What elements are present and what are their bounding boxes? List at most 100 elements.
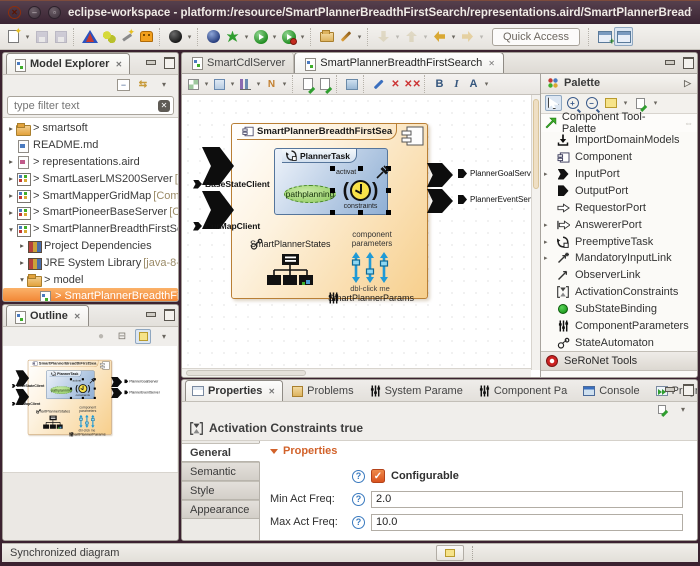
max-act-freq-input[interactable]	[371, 514, 683, 531]
port-label[interactable]: PlannerEventServer	[124, 391, 160, 395]
tree-item[interactable]: > representations.aird	[3, 154, 178, 171]
robot-icon[interactable]	[137, 27, 156, 46]
outline-overview-icon[interactable]: ●	[93, 329, 109, 344]
wand-icon[interactable]	[118, 27, 137, 46]
font-icon[interactable]: N	[263, 76, 280, 93]
tree-item[interactable]: > model	[3, 271, 178, 288]
tab-component-parameters[interactable]: Component Pa	[473, 381, 574, 401]
pathplanning-node[interactable]: pathplanning	[284, 185, 336, 203]
palette-item-requestorport[interactable]: RequestorPort	[541, 199, 697, 216]
window-maximize-button[interactable]: ▫	[48, 6, 61, 19]
outline-thumbnail[interactable]: SmartPlannerBreadthFirstSea PlannerTask	[3, 346, 177, 472]
vertical-scrollbar[interactable]	[531, 95, 540, 370]
planner-task-tab[interactable]: PlannerTask	[282, 149, 357, 163]
port-label[interactable]: CurMapClient	[12, 402, 41, 406]
outline-tree-icon[interactable]: ⊟	[114, 329, 130, 344]
palette-item-componentparameters[interactable]: ComponentParameters	[541, 317, 697, 334]
arrow-up-icon[interactable]	[402, 27, 421, 46]
view-menu-icon[interactable]	[156, 77, 172, 92]
copy-image-icon[interactable]	[343, 76, 360, 93]
export-as-image-icon[interactable]	[316, 76, 333, 93]
palette-item-component[interactable]: Component	[541, 149, 697, 166]
help-icon[interactable]	[352, 493, 365, 506]
min-act-freq-input[interactable]	[371, 491, 683, 508]
window-close-button[interactable]: ✕	[8, 6, 21, 19]
pen-dropdown[interactable]	[355, 27, 364, 46]
side-tab-semantic[interactable]: Semantic	[182, 462, 259, 481]
window-minimize-button[interactable]: –	[28, 6, 41, 19]
port-label[interactable]: BaseStateClient	[193, 179, 270, 189]
activation-constraints-node[interactable]: activat ( ) constraints	[72, 380, 95, 397]
arrange-icon[interactable]	[211, 76, 228, 93]
minimize-icon[interactable]	[664, 384, 675, 393]
configurable-checkbox[interactable]	[371, 469, 385, 483]
gears-icon[interactable]	[99, 27, 118, 46]
palette-item-outputport[interactable]: OutputPort	[541, 182, 697, 199]
tree-item[interactable]: JRE System Library [java-8-op	[3, 254, 178, 271]
run-icon[interactable]	[251, 27, 270, 46]
arrow-down-icon[interactable]	[374, 27, 393, 46]
help-icon[interactable]	[352, 516, 365, 529]
back-dropdown[interactable]	[449, 27, 458, 46]
close-icon[interactable]	[115, 60, 122, 69]
tab-properties[interactable]: Properties	[185, 380, 283, 401]
tab-outline[interactable]: Outline	[6, 305, 89, 326]
zoom-out-icon[interactable]: −	[583, 95, 600, 111]
side-tab-style[interactable]: Style	[182, 481, 259, 500]
layout-icon[interactable]	[185, 76, 202, 93]
tree-item[interactable]: README.md	[3, 137, 178, 154]
section-properties[interactable]: Properties	[270, 445, 687, 457]
palette-item-importdomainmodels[interactable]: ImportDomainModels	[541, 132, 697, 149]
help-icon[interactable]	[352, 470, 365, 483]
profile-dropdown[interactable]	[185, 27, 194, 46]
tree-item[interactable]: > SmartMapperGridMap [Comp	[3, 187, 178, 204]
debug-icon[interactable]	[223, 27, 242, 46]
sphere-icon[interactable]	[204, 27, 223, 46]
component-title-tab[interactable]: SmartPlannerBreadthFirstSea	[30, 360, 98, 367]
triangle-icon[interactable]	[80, 27, 99, 46]
view-menu-icon[interactable]	[675, 403, 691, 415]
maximize-icon[interactable]	[163, 309, 174, 319]
export-diagram-icon[interactable]	[299, 76, 316, 93]
tree-item[interactable]: > SmartPlannerBreadthFirstSe	[3, 221, 178, 238]
parameter-sliders-icon[interactable]	[348, 252, 392, 283]
new-icon[interactable]	[4, 27, 23, 46]
note-tool-icon[interactable]	[602, 95, 619, 111]
tab-smartcdlserver[interactable]: SmartCdlServer	[182, 52, 294, 73]
modeling-perspective-icon[interactable]	[614, 27, 633, 46]
italic-icon[interactable]: I	[448, 76, 465, 93]
pen-icon[interactable]	[336, 27, 355, 46]
clear-filter-icon[interactable]: ✕	[158, 100, 170, 112]
component-title-tab[interactable]: SmartPlannerBreadthFirstSea	[237, 124, 397, 140]
diagram-canvas[interactable]: SmartPlannerBreadthFirstSea PlannerTask	[182, 95, 531, 370]
params-label[interactable]: SmartPlannerParams	[69, 432, 106, 436]
view-menu-icon[interactable]	[156, 329, 172, 344]
parameter-sliders-icon[interactable]	[78, 415, 97, 428]
state-hierarchy-icon[interactable]	[266, 253, 314, 289]
minimize-icon[interactable]	[145, 309, 156, 318]
run-dropdown[interactable]	[270, 27, 279, 46]
link-with-editor-icon[interactable]: ⇆	[135, 77, 151, 92]
filter-input[interactable]	[14, 100, 158, 112]
bold-icon[interactable]: B	[431, 76, 448, 93]
side-tab-appearance[interactable]: Appearance	[182, 500, 259, 519]
port-label[interactable]: PlannerGoalServer	[124, 379, 158, 383]
save-icon[interactable]	[32, 27, 51, 46]
palette-pin-icon[interactable]	[684, 78, 691, 89]
state-hierarchy-icon[interactable]	[43, 415, 63, 430]
delete-icon[interactable]: ✕	[387, 76, 404, 93]
tree-item-selected[interactable]: > SmartPlannerBreadthFirst	[3, 288, 178, 301]
palette-item-stateautomaton[interactable]: StateAutomaton	[541, 334, 697, 351]
close-icon[interactable]	[268, 387, 275, 396]
font-color-icon[interactable]: A	[465, 76, 482, 93]
quick-access[interactable]: Quick Access	[492, 28, 580, 46]
forward-icon[interactable]	[458, 27, 477, 46]
params-label[interactable]: SmartPlannerParams	[328, 293, 414, 303]
port-label[interactable]: BaseStateClient	[12, 384, 45, 388]
minimize-icon[interactable]	[664, 57, 675, 66]
tab-system-parameters[interactable]: System Parame	[364, 381, 470, 401]
palette-item-preemptivetask[interactable]: PreemptiveTask	[541, 233, 697, 250]
status-tool-button[interactable]	[436, 545, 464, 561]
edit-pen-icon[interactable]	[370, 76, 387, 93]
close-icon[interactable]	[74, 312, 81, 321]
